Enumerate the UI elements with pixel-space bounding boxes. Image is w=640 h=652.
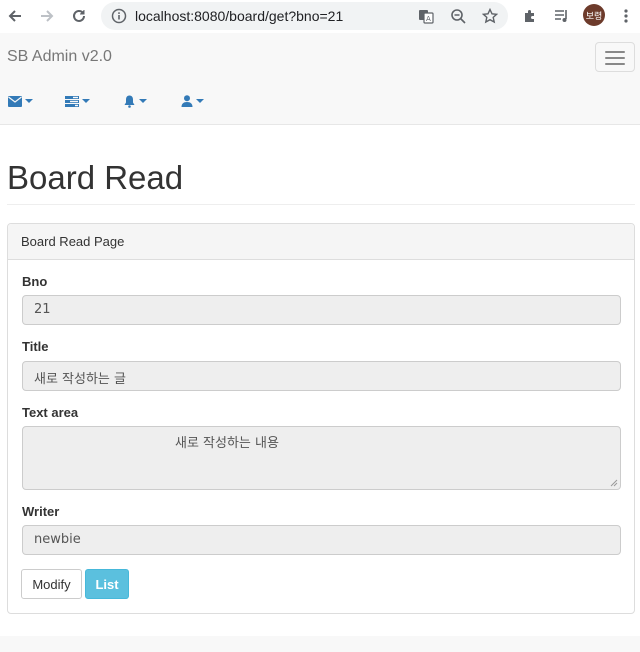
panel-heading: Board Read Page — [8, 224, 634, 260]
bno-label: Bno — [22, 274, 48, 289]
messages-dropdown[interactable] — [8, 93, 33, 109]
content-label: Text area — [22, 405, 79, 420]
url-text[interactable]: localhost:8080/board/get?bno=21 — [135, 8, 343, 24]
zoom-out-icon[interactable] — [449, 7, 467, 25]
browser-menu-icon[interactable] — [615, 5, 637, 27]
media-queue-icon[interactable] — [551, 5, 573, 27]
extensions-icon[interactable] — [519, 5, 541, 27]
address-bar[interactable]: localhost:8080/board/get?bno=21 A — [101, 2, 508, 30]
writer-label: Writer — [22, 504, 60, 519]
tasks-icon — [65, 95, 79, 107]
page-title: Board Read — [7, 159, 184, 196]
hamburger-icon — [605, 51, 625, 53]
caret-down-icon — [196, 99, 204, 103]
site-info-icon[interactable] — [111, 8, 127, 29]
arrow-right-icon — [41, 10, 54, 22]
reload-icon — [73, 9, 85, 22]
back-button[interactable] — [4, 5, 26, 27]
translate-icon[interactable]: A — [417, 7, 435, 25]
reload-button[interactable] — [68, 5, 90, 27]
svg-text:A: A — [426, 15, 431, 23]
resize-handle-icon[interactable] — [610, 479, 618, 487]
title-input[interactable]: 새로 작성하는 글 — [22, 361, 621, 391]
bno-input[interactable]: 21 — [22, 295, 621, 325]
arrow-left-icon — [8, 10, 21, 22]
caret-down-icon — [139, 99, 147, 103]
forward-button[interactable] — [36, 5, 58, 27]
tasks-dropdown[interactable] — [65, 93, 90, 109]
page-header: Board Read — [7, 159, 635, 205]
caret-down-icon — [25, 99, 33, 103]
writer-input[interactable]: newbie — [22, 525, 621, 555]
content-text: 새로 작성하는 내용 — [175, 436, 279, 451]
top-navbar: SB Admin v2.0 — [0, 33, 640, 125]
bookmark-star-icon[interactable] — [481, 7, 499, 25]
footer-strip — [0, 636, 640, 652]
envelope-icon — [8, 95, 22, 107]
hamburger-bar — [605, 57, 625, 59]
board-read-panel: Board Read Page Bno 21 Title 새로 작성하는 글 T… — [7, 223, 635, 614]
list-button[interactable]: List — [85, 569, 129, 599]
user-icon — [181, 95, 193, 107]
user-dropdown[interactable] — [181, 93, 204, 109]
hamburger-bar — [605, 63, 625, 65]
browser-toolbar: localhost:8080/board/get?bno=21 A 보령 — [0, 0, 640, 33]
navbar-toggle-button[interactable] — [595, 42, 635, 72]
brand-link[interactable]: SB Admin v2.0 — [7, 48, 112, 66]
bell-icon — [124, 95, 135, 108]
caret-down-icon — [82, 99, 90, 103]
alerts-dropdown[interactable] — [123, 93, 147, 109]
profile-avatar[interactable]: 보령 — [583, 4, 605, 26]
modify-button[interactable]: Modify — [21, 569, 82, 599]
title-label: Title — [22, 339, 49, 354]
content-textarea[interactable]: 새로 작성하는 내용 — [22, 426, 621, 490]
